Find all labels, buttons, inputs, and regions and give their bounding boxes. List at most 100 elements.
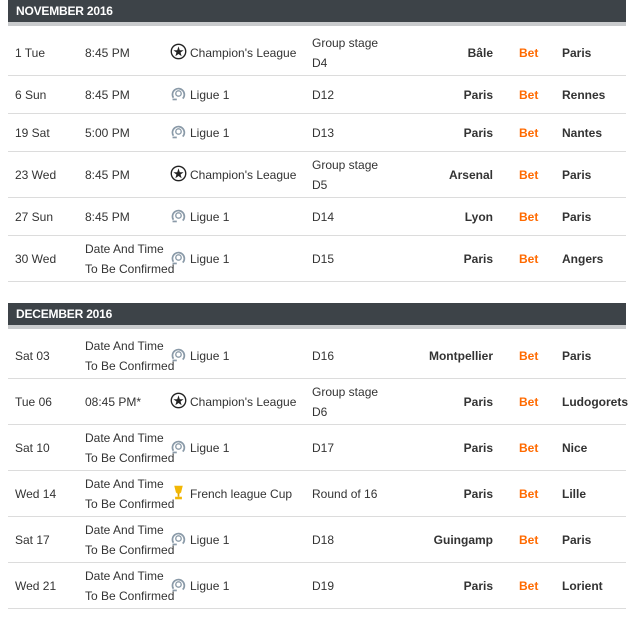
home-team: Paris: [463, 251, 493, 266]
match-stage: D19: [312, 576, 334, 596]
match-stage: D17: [312, 438, 334, 458]
bet-link[interactable]: Bet: [519, 579, 538, 593]
competition: Ligue 1: [170, 530, 229, 550]
competition: Ligue 1: [170, 346, 229, 366]
match-time: 8:45 PM: [85, 87, 130, 102]
stage-line-1: D16: [312, 348, 335, 363]
match-date: 30 Wed: [15, 251, 57, 266]
away-team: Paris: [562, 45, 592, 60]
bet-link[interactable]: Bet: [519, 533, 538, 547]
fixture-row: 6 Sun 8:45 PM Ligue 1 D12 Paris Bet Rennes: [8, 76, 626, 114]
match-stage: D14: [312, 207, 334, 227]
match-stage: D15: [312, 249, 334, 269]
ligue1-icon: [170, 346, 187, 366]
match-date: 27 Sun: [15, 209, 54, 224]
home-team: Paris: [463, 394, 493, 409]
ligue1-icon: [170, 123, 187, 143]
bet-link[interactable]: Bet: [519, 88, 538, 102]
stage-line-2: D4: [312, 55, 328, 70]
away-team: Paris: [562, 209, 592, 224]
stage-line-1: D17: [312, 440, 335, 455]
competition-name: Ligue 1: [190, 209, 230, 224]
away-team: Lille: [562, 486, 587, 501]
competition: Ligue 1: [170, 576, 229, 596]
stage-line-1: Group stage: [312, 157, 379, 172]
fixture-row: Sat 03 Date And Time To Be Confirmed Ligue…: [8, 333, 626, 379]
away-team: Nantes: [562, 125, 603, 140]
bet-link[interactable]: Bet: [519, 395, 538, 409]
bet-link[interactable]: Bet: [519, 168, 538, 182]
match-stage: Group stage D5: [312, 155, 378, 195]
away-team: Paris: [562, 167, 592, 182]
home-team: Paris: [463, 578, 493, 593]
fixture-row: 1 Tue 8:45 PM Champion's League Group stage…: [8, 30, 626, 76]
bet-link[interactable]: Bet: [519, 210, 538, 224]
match-time: Date And Time To Be Confirmed: [85, 430, 175, 465]
match-date: Sat 03: [15, 348, 50, 363]
match-date: Sat 17: [15, 532, 50, 547]
bet-link[interactable]: Bet: [519, 252, 538, 266]
fixture-row: Tue 06 08:45 PM* Champion's League Group st…: [8, 379, 628, 425]
competition-name: Ligue 1: [190, 532, 230, 547]
bet-link[interactable]: Bet: [519, 349, 538, 363]
away-team: Lorient: [562, 578, 603, 593]
match-time: Date And Time To Be Confirmed: [85, 522, 175, 557]
away-team: Ludogorets: [562, 394, 628, 409]
champions-league-icon: [170, 165, 187, 185]
home-team: Lyon: [464, 209, 493, 224]
home-team: Paris: [463, 87, 493, 102]
home-team: Arsenal: [448, 167, 493, 182]
match-stage: D18: [312, 530, 334, 550]
match-stage: D13: [312, 123, 334, 143]
month-header-november: NOVEMBER 2016: [8, 0, 626, 26]
stage-line-1: Group stage: [312, 35, 379, 50]
match-date: Tue 06: [15, 394, 52, 409]
away-team: Paris: [562, 532, 592, 547]
stage-line-1: D13: [312, 125, 335, 140]
stage-line-1: D18: [312, 532, 335, 547]
fixture-row: Sat 17 Date And Time To Be Confirmed Ligue…: [8, 517, 626, 563]
match-stage: Round of 16: [312, 484, 377, 504]
competition: Champion's League: [170, 43, 296, 63]
competition-name: Champion's League: [190, 45, 297, 60]
stage-line-2: D5: [312, 177, 328, 192]
match-date: Wed 14: [15, 486, 57, 501]
stage-line-1: Round of 16: [312, 486, 378, 501]
match-time: 8:45 PM: [85, 167, 130, 182]
competition-name: Ligue 1: [190, 251, 230, 266]
bet-link[interactable]: Bet: [519, 487, 538, 501]
league-cup-icon: [170, 484, 187, 504]
bet-link[interactable]: Bet: [519, 46, 538, 60]
ligue1-icon: [170, 85, 187, 105]
stage-line-1: Group stage: [312, 384, 379, 399]
competition: Ligue 1: [170, 249, 229, 269]
match-time: Date And Time To Be Confirmed: [85, 338, 175, 373]
bet-link[interactable]: Bet: [519, 441, 538, 455]
competition: French league Cup: [170, 484, 292, 504]
competition-name: Ligue 1: [190, 125, 230, 140]
match-date: 6 Sun: [15, 87, 47, 102]
competition-name: Champion's League: [190, 167, 297, 182]
match-stage: D16: [312, 346, 334, 366]
bet-link[interactable]: Bet: [519, 126, 538, 140]
ligue1-icon: [170, 207, 187, 227]
competition-name: Ligue 1: [190, 578, 230, 593]
match-time: Date And Time To Be Confirmed: [85, 568, 175, 603]
match-time: Date And Time To Be Confirmed: [85, 241, 175, 276]
match-stage: Group stage D6: [312, 382, 378, 422]
home-team: Paris: [463, 486, 493, 501]
competition-name: Ligue 1: [190, 348, 230, 363]
competition: Ligue 1: [170, 438, 229, 458]
stage-line-1: D14: [312, 209, 335, 224]
match-date: 23 Wed: [15, 167, 57, 182]
competition-name: Ligue 1: [190, 87, 230, 102]
match-time: 5:00 PM: [85, 125, 130, 140]
away-team: Rennes: [562, 87, 606, 102]
fixtures-list-december: Sat 03 Date And Time To Be Confirmed Ligue…: [8, 333, 628, 609]
match-date: Sat 10: [15, 440, 50, 455]
ligue1-icon: [170, 576, 187, 596]
ligue1-icon: [170, 530, 187, 550]
match-date: Wed 21: [15, 578, 57, 593]
home-team: Paris: [463, 125, 493, 140]
competition: Ligue 1: [170, 207, 229, 227]
